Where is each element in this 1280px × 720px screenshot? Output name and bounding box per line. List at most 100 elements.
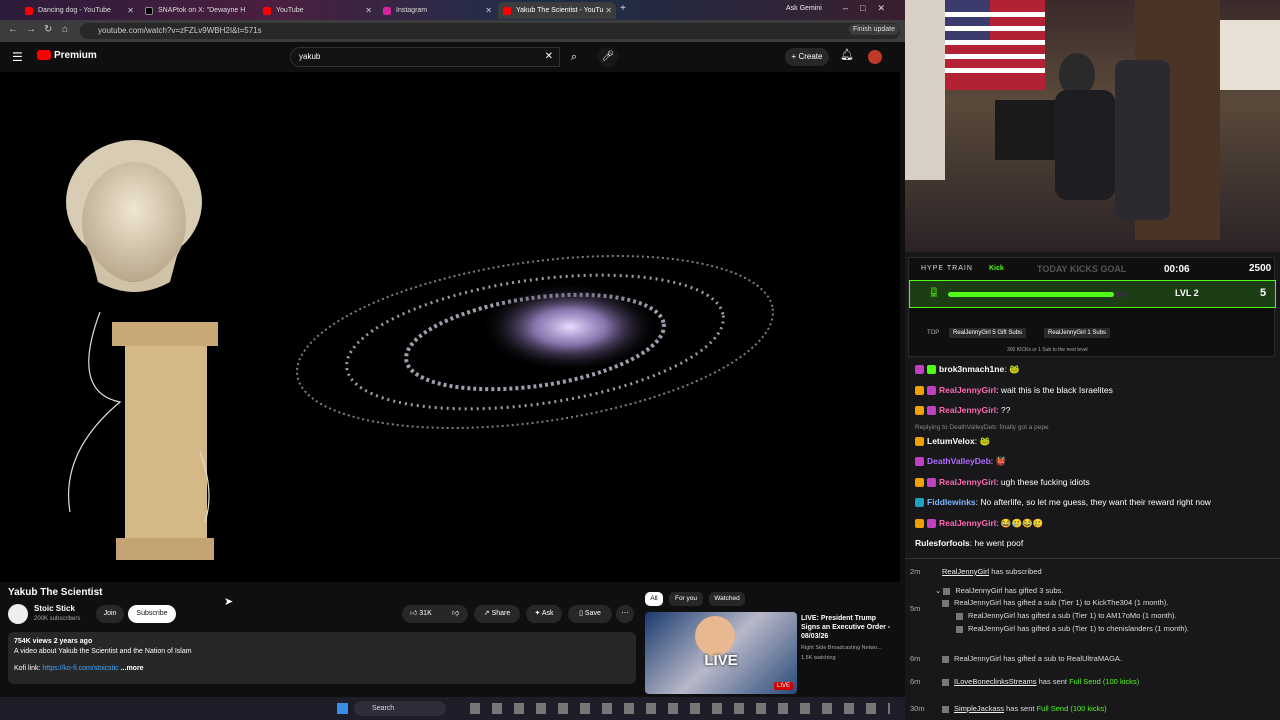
thumbs-up-icon[interactable]: 👍︎ [410,610,417,617]
views-and-age: 754K views 2 years ago [14,638,93,645]
video-frame [66,140,774,560]
chip-for-you[interactable]: For you [669,592,703,606]
thumbnail-live-text: LIVE [704,652,738,669]
kofi-line: Kofi link: https://ko-fi.com/stoicstic .… [14,665,144,672]
recommended-watching: 1.5K watching [801,655,836,661]
kofi-link[interactable]: https://ko-fi.com/stoicstic [42,665,118,672]
close-icon[interactable]: ✕ [127,2,134,19]
ask-gemini-button[interactable]: Ask Gemini [786,5,822,12]
event-item: 6m ILoveBoneclinksStreams has sent Full S… [910,677,1140,686]
chat-message: brok3nmach1ne: 🐸 [915,364,1020,375]
event-item: 2m RealJennyGirl has subscribed [910,567,1042,576]
stream-chat-panel: HYPE TRAIN Kick TODAY KICKS GOAL 00:06 2… [905,252,1280,720]
marble-bust-image [66,140,202,292]
chat-message: RealJennyGirl: wait this is the black Is… [915,385,1113,396]
more-actions-icon[interactable]: ⋯ [616,605,634,623]
hype-level-bar: 🚆︎ LVL 2 5 [909,280,1276,308]
taskbar-search[interactable]: Search [354,701,446,716]
kicks-goal-value: 2500 [1249,263,1272,274]
browser-tab[interactable]: YouTube ✕ [258,2,376,19]
sparkle-icon: ✦ [534,610,541,617]
badge-icon [927,406,936,416]
badge-icon [915,365,924,375]
hype-train-widget: HYPE TRAIN Kick TODAY KICKS GOAL 00:06 2… [908,257,1276,357]
new-tab-icon[interactable]: + [620,3,626,14]
url-field[interactable]: youtube.com/watch?v=zFZLv9WBH2I&t=571s [80,23,900,39]
address-bar-row: ← → ↻ ⌂ youtube.com/watch?v=zFZLv9WBH2I&… [0,20,905,42]
train-icon: 🚆︎ [928,287,940,297]
menu-icon[interactable]: ☰ [12,50,23,64]
browser-tab[interactable]: Dancing dog - YouTube ✕ [20,2,138,19]
close-icon[interactable]: ✕ [605,2,612,19]
chat-message: Fiddlewinks: No afterlife, so let me gue… [915,497,1211,508]
kick-label: Kick [989,265,1004,272]
hype-timer: 00:06 [1164,264,1190,275]
taskbar-app-icons[interactable] [470,703,890,714]
chip-all[interactable]: All [645,592,663,606]
chat-message: RealJennyGirl: 😂🥲😂🥲 [915,518,1043,529]
live-badge: LIVE [773,682,793,690]
browser-tab[interactable]: Instagram ✕ [378,2,496,19]
clear-search-icon[interactable]: ✕ [545,48,553,66]
join-button[interactable]: Join [96,605,124,623]
event-item: 6m RealJennyGirl has gifted a sub to Real… [910,654,1123,663]
save-button[interactable]: ▯ Save [568,605,612,623]
browser-tab-active[interactable]: Yakub The Scientist - YouTu ✕ [498,2,616,19]
recommended-video[interactable]: LIVE LIVE LIVE: President Trump Signs an… [645,612,900,694]
youtube-header: ☰ Premium yakub ✕ ⌕ 🎤︎ + Create 🔔︎ [0,42,905,72]
microphone-icon[interactable]: 🎤︎ [598,47,618,67]
badge-icon [915,478,924,488]
chat-message: RealJennyGirl: ?? [915,405,1010,416]
youtube-play-icon [37,50,51,61]
more-link[interactable]: ...more [121,665,144,672]
recommended-channel[interactable]: Right Side Broadcasting Netwo... [801,645,897,651]
subscribe-button[interactable]: Subscribe [128,605,176,623]
search-input[interactable]: yakub ✕ [290,47,560,67]
avatar[interactable] [868,50,882,64]
window-controls[interactable]: –□✕ [843,3,897,14]
subscriber-count: 200K subscribers [34,616,81,622]
chat-message: LetumVelox: 🐸 [915,436,990,447]
video-player[interactable] [0,72,900,582]
event-item: ⌄ RealJennyGirl has gifted 3 subs. [935,586,1064,595]
chevron-down-icon[interactable]: ⌄ [935,586,941,595]
share-button[interactable]: ↗ Share [474,605,520,623]
recommended-thumbnail[interactable]: LIVE LIVE [645,612,797,694]
browser-tab[interactable]: SNAPtok on X: "Dewayne H [140,2,248,19]
chip-watched[interactable]: Watched [709,592,745,606]
description-box[interactable]: 754K views 2 years ago A video about Yak… [8,632,636,684]
recommended-title[interactable]: LIVE: President Trump Signs an Executive… [801,614,897,641]
youtube-logo[interactable]: Premium [37,50,97,61]
forward-icon[interactable]: → [26,24,36,35]
browser-tab-strip: Dancing dog - YouTube ✕ SNAPtok on X: "De… [0,0,905,20]
thumbs-down-icon[interactable]: 👎︎ [452,605,459,623]
kick-icon [942,678,949,686]
top-label: TOP [927,330,940,336]
search-icon[interactable]: ⌕ [562,47,586,67]
like-count[interactable]: 31K [419,610,431,617]
back-icon[interactable]: ← [8,24,18,35]
next-level-text: 300 KICKs or 1 Sub to the next level [1007,347,1088,353]
top-gifter-2: RealJennyGirl 1 Subs [1044,328,1111,338]
close-icon[interactable]: ✕ [485,2,492,19]
home-icon[interactable]: ⌂ [62,24,68,35]
channel-avatar[interactable] [8,604,28,624]
emote-icon: 👹 [995,456,1007,466]
windows-start-icon[interactable] [337,703,348,714]
event-item: RealJennyGirl has gifted a sub (Tier 1) … [956,611,1177,620]
channel-name[interactable]: Stoic Stick [34,604,75,613]
bell-icon[interactable]: 🔔︎ [840,48,854,61]
finish-update-button[interactable]: Finish update [848,24,899,35]
badge-icon [915,406,924,416]
ask-button[interactable]: ✦ Ask [526,605,562,623]
column-image [68,311,218,560]
hype-progress-track [948,292,1128,297]
mouse-cursor-icon: ➤ [224,596,234,608]
reply-context: Replying to DeathValleyDeb: finally got … [915,424,1049,431]
reload-icon[interactable]: ↻ [44,24,52,35]
close-icon[interactable]: ✕ [365,2,372,19]
create-button[interactable]: + Create [785,48,829,66]
x-favicon-icon [145,7,153,15]
badge-icon [927,519,936,529]
chat-message: DeathValleyDeb: 👹 [915,456,1006,467]
